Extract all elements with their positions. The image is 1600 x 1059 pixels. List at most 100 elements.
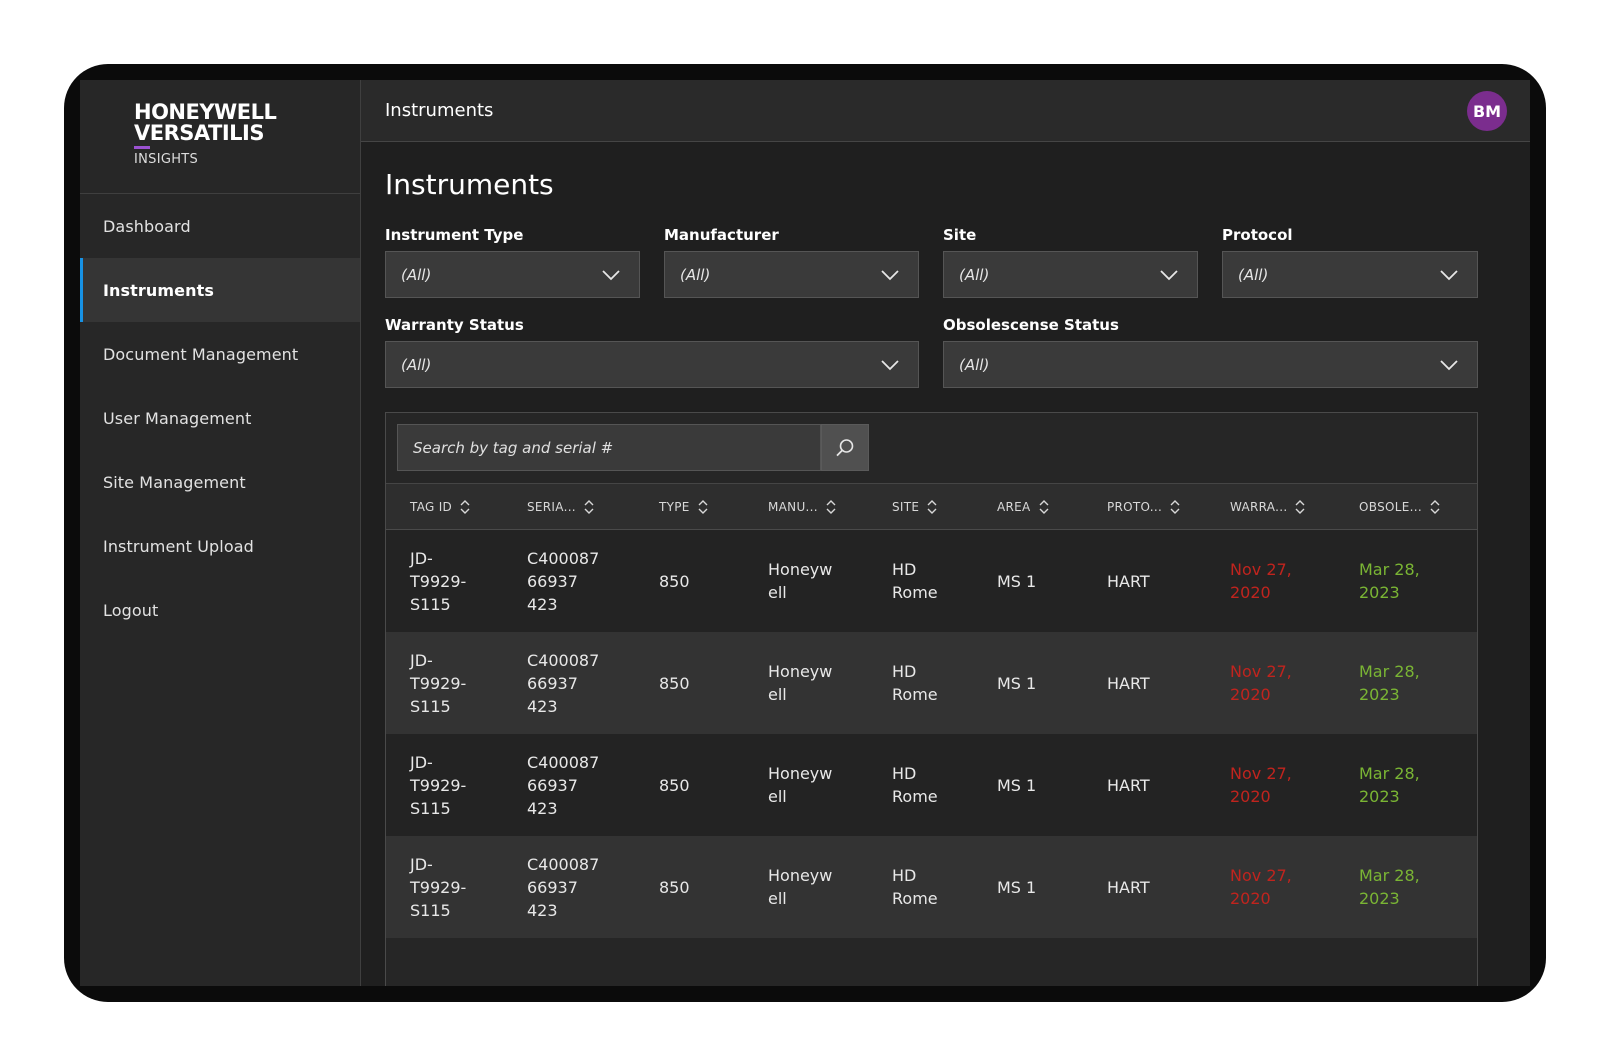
column-header-warranty[interactable]: WARRA... [1230, 484, 1305, 530]
filter-label: Instrument Type [385, 226, 524, 244]
column-header-label: TAG ID [410, 500, 453, 514]
cell-warranty-date: Nov 27, 2020 [1230, 866, 1292, 908]
column-header-label: OBSOLE... [1359, 500, 1422, 514]
cell-warranty-date: Nov 27, 2020 [1230, 560, 1292, 602]
select-value: (All) [401, 355, 432, 374]
cell-warranty-date: Nov 27, 2020 [1230, 764, 1292, 806]
column-header-type[interactable]: TYPE [659, 484, 708, 530]
column-header-manufacturer[interactable]: MANU... [768, 484, 836, 530]
sort-icon [927, 500, 937, 514]
cell-warranty-date: Nov 27, 2020 [1230, 662, 1292, 704]
chevron-down-icon [881, 360, 899, 371]
cell-protocol: HART [1107, 877, 1150, 897]
search-input[interactable] [397, 424, 821, 471]
sidebar-item-dashboard[interactable]: Dashboard [80, 194, 360, 258]
cell-serial: C400087 66937 423 [527, 854, 600, 920]
column-header-label: MANU... [768, 500, 818, 514]
sidebar-item-logout[interactable]: Logout [80, 578, 360, 642]
topbar-title: Instruments [385, 100, 494, 121]
logo-line-2: VERSATILIS [134, 121, 264, 145]
search-icon [836, 438, 854, 456]
cell-tag-id: JD- T9929- S115 [410, 752, 467, 818]
filter-warranty-status: Warranty Status (All) [385, 316, 919, 388]
sidebar-item-user-management[interactable]: User Management [80, 386, 360, 450]
cell-site: HD Rome [892, 662, 938, 704]
filter-site: Site (All) [943, 226, 1198, 298]
cell-obsolescence-date: Mar 28, 2023 [1359, 764, 1420, 806]
column-header-area[interactable]: AREA [997, 484, 1049, 530]
select-value: (All) [959, 265, 990, 284]
cell-obsolescence-date: Mar 28, 2023 [1359, 560, 1420, 602]
cell-obsolescence-date: Mar 28, 2023 [1359, 866, 1420, 908]
site-select[interactable]: (All) [943, 251, 1198, 298]
cell-site: HD Rome [892, 866, 938, 908]
column-header-label: TYPE [659, 500, 690, 514]
protocol-select[interactable]: (All) [1222, 251, 1478, 298]
column-header-label: AREA [997, 500, 1031, 514]
column-header-label: PROTO... [1107, 500, 1163, 514]
chevron-down-icon [602, 270, 620, 281]
table-search-bar [386, 413, 1477, 484]
sidebar-item-document-management[interactable]: Document Management [80, 322, 360, 386]
cell-manufacturer: Honeyw ell [768, 560, 833, 602]
table-row[interactable]: JD- T9929- S115 C400087 66937 423 850 Ho… [386, 632, 1477, 734]
column-header-site[interactable]: SITE [892, 484, 937, 530]
manufacturer-select[interactable]: (All) [664, 251, 919, 298]
brand-logo: HONEYWELL VERSATILIS INSIGHTS [80, 80, 360, 194]
cell-tag-id: JD- T9929- S115 [410, 854, 467, 920]
warranty-status-select[interactable]: (All) [385, 341, 919, 388]
sidebar: HONEYWELL VERSATILIS INSIGHTS Dashboard … [80, 80, 361, 986]
sort-icon [1430, 500, 1440, 514]
cell-area: MS 1 [997, 571, 1037, 591]
column-header-tag-id[interactable]: TAG ID [410, 484, 470, 530]
column-header-serial[interactable]: SERIA... [527, 484, 594, 530]
cell-manufacturer: Honeyw ell [768, 662, 833, 704]
cell-area: MS 1 [997, 673, 1037, 693]
obsolescence-status-select[interactable]: (All) [943, 341, 1478, 388]
select-value: (All) [959, 355, 990, 374]
cell-protocol: HART [1107, 571, 1150, 591]
column-header-protocol[interactable]: PROTO... [1107, 484, 1180, 530]
table-header: TAG ID SERIA... TYPE MANU... SITE AREA P… [386, 484, 1477, 530]
table-row[interactable]: JD- T9929- S115 C400087 66937 423 850 Ho… [386, 734, 1477, 836]
instruments-table: TAG ID SERIA... TYPE MANU... SITE AREA P… [385, 412, 1478, 986]
cell-serial: C400087 66937 423 [527, 752, 600, 818]
search-button[interactable] [821, 424, 869, 471]
cell-manufacturer: Honeyw ell [768, 764, 833, 806]
cell-protocol: HART [1107, 775, 1150, 795]
cell-serial: C400087 66937 423 [527, 650, 600, 716]
filter-label: Protocol [1222, 226, 1293, 244]
filter-protocol: Protocol (All) [1222, 226, 1478, 298]
sidebar-item-site-management[interactable]: Site Management [80, 450, 360, 514]
top-bar: Instruments BM [361, 80, 1530, 142]
filter-obsolescence-status: Obsolescense Status (All) [943, 316, 1478, 388]
sort-icon [826, 500, 836, 514]
instrument-type-select[interactable]: (All) [385, 251, 640, 298]
select-value: (All) [1238, 265, 1269, 284]
logo-subtitle: INSIGHTS [134, 152, 199, 167]
chevron-down-icon [1440, 360, 1458, 371]
chevron-down-icon [1440, 270, 1458, 281]
cell-site: HD Rome [892, 560, 938, 602]
filter-label: Manufacturer [664, 226, 779, 244]
main-content: Instruments BM Instruments Instrument Ty… [361, 80, 1530, 986]
cell-type: 850 [659, 571, 690, 591]
table-row[interactable]: JD- T9929- S115 C400087 66937 423 850 Ho… [386, 836, 1477, 938]
sort-icon [584, 500, 594, 514]
avatar[interactable]: BM [1467, 91, 1507, 131]
sidebar-nav: Dashboard Instruments Document Managemen… [80, 194, 360, 642]
sidebar-item-instrument-upload[interactable]: Instrument Upload [80, 514, 360, 578]
cell-type: 850 [659, 877, 690, 897]
filter-label: Site [943, 226, 977, 244]
table-row[interactable]: JD- T9929- S115 C400087 66937 423 850 Ho… [386, 530, 1477, 632]
sidebar-item-instruments[interactable]: Instruments [80, 258, 360, 322]
logo-accent-bar [134, 146, 150, 149]
cell-site: HD Rome [892, 764, 938, 806]
select-value: (All) [401, 265, 432, 284]
filter-label: Obsolescense Status [943, 316, 1119, 334]
column-header-obsolescence[interactable]: OBSOLE... [1359, 484, 1440, 530]
filter-manufacturer: Manufacturer (All) [664, 226, 919, 298]
cell-tag-id: JD- T9929- S115 [410, 650, 467, 716]
cell-serial: C400087 66937 423 [527, 548, 600, 614]
logo-line-1: HONEYWELL [134, 100, 277, 124]
